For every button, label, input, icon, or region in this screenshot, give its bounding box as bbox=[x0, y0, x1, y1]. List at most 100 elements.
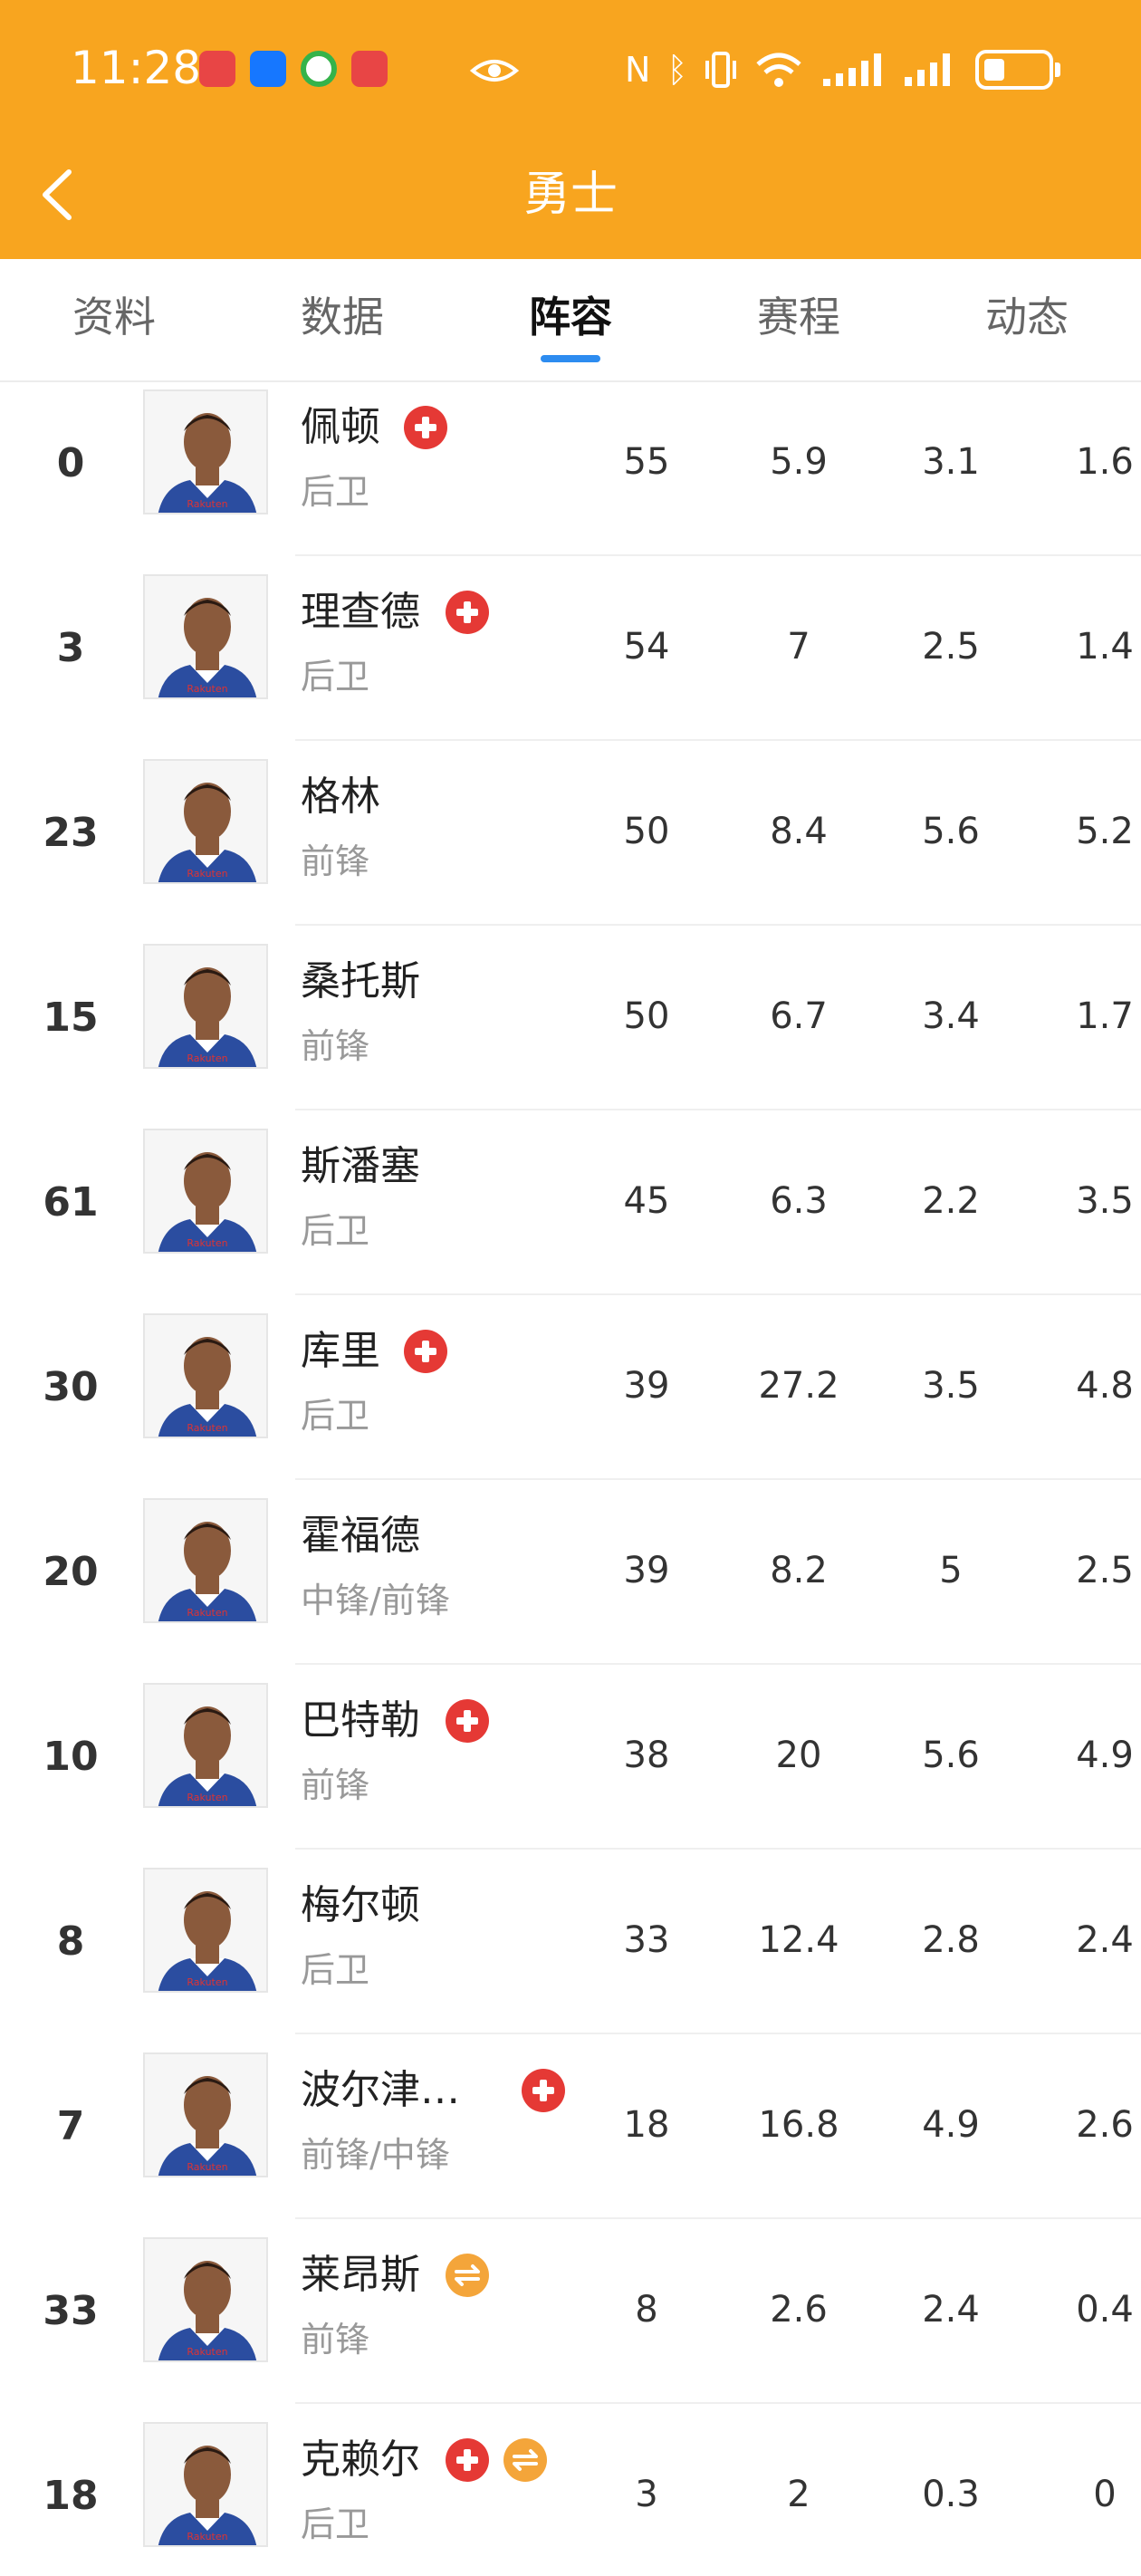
player-stat: 2.5 bbox=[922, 626, 980, 668]
svg-text:Rakuten: Rakuten bbox=[187, 683, 227, 695]
player-avatar: Rakuten bbox=[143, 574, 268, 699]
player-number: 10 bbox=[43, 1734, 99, 1780]
svg-text:Rakuten: Rakuten bbox=[187, 1792, 227, 1803]
player-stat: 0.3 bbox=[922, 2474, 980, 2515]
roster-list: 0 Rakuten 佩顿 后卫 55 5.9 3.1 1.6 3 Rakuten 理查德 后卫 54 7 2… bbox=[0, 382, 1141, 2576]
bluetooth-icon: ᛒ bbox=[666, 50, 688, 90]
player-stat: 5 bbox=[939, 1550, 963, 1591]
player-stat: 8.2 bbox=[770, 1550, 828, 1591]
player-row[interactable]: 33 Rakuten 莱昂斯 前锋 8 2.6 2.4 0.4 bbox=[0, 2219, 1141, 2404]
player-row[interactable]: 18 Rakuten 克赖尔 后卫 3 2 0.3 0 bbox=[0, 2404, 1141, 2576]
svg-text:Rakuten: Rakuten bbox=[187, 1607, 227, 1619]
player-stat: 5.2 bbox=[1076, 811, 1134, 852]
player-position: 后卫 bbox=[301, 472, 370, 512]
nfc-icon: N bbox=[625, 50, 651, 90]
injury-icon bbox=[446, 2438, 489, 2482]
svg-text:Rakuten: Rakuten bbox=[187, 1053, 227, 1064]
player-avatar: Rakuten bbox=[143, 2052, 268, 2177]
player-position: 中锋/前锋 bbox=[301, 1581, 450, 1620]
status-time: 11:28 bbox=[71, 42, 202, 94]
player-position: 后卫 bbox=[301, 1396, 370, 1436]
player-stat: 1.6 bbox=[1076, 441, 1134, 483]
player-stat: 8.4 bbox=[770, 811, 828, 852]
player-position: 前锋 bbox=[301, 841, 370, 881]
player-stat: 45 bbox=[623, 1180, 670, 1222]
player-stat: 8 bbox=[635, 2289, 658, 2331]
player-row[interactable]: 3 Rakuten 理查德 后卫 54 7 2.5 1.4 bbox=[0, 556, 1141, 741]
player-stat: 4.9 bbox=[1076, 1735, 1134, 1776]
tab-profile[interactable]: 资料 bbox=[42, 290, 187, 344]
player-stat: 4.9 bbox=[922, 2104, 980, 2146]
player-stat: 20 bbox=[775, 1735, 822, 1776]
tab-news[interactable]: 动态 bbox=[954, 290, 1099, 344]
player-avatar: Rakuten bbox=[143, 1683, 268, 1808]
svg-text:Rakuten: Rakuten bbox=[187, 1976, 227, 1988]
signal-icon bbox=[823, 53, 882, 86]
player-number: 20 bbox=[43, 1549, 99, 1595]
player-row[interactable]: 10 Rakuten 巴特勒 前锋 38 20 5.6 4.9 bbox=[0, 1665, 1141, 1850]
player-stat: 4.8 bbox=[1076, 1365, 1134, 1407]
tab-schedule[interactable]: 赛程 bbox=[726, 290, 871, 344]
player-row[interactable]: 0 Rakuten 佩顿 后卫 55 5.9 3.1 1.6 bbox=[0, 371, 1141, 556]
system-status-icons: N ᛒ bbox=[625, 47, 1061, 92]
player-row[interactable]: 61 Rakuten 斯潘塞 后卫 45 6.3 2.2 3.5 bbox=[0, 1110, 1141, 1295]
huawei-app-icon bbox=[351, 51, 388, 87]
player-row[interactable]: 7 Rakuten 波尔津… 前锋/中锋 18 16.8 4.9 2.6 bbox=[0, 2034, 1141, 2219]
player-position: 前锋/中锋 bbox=[301, 2135, 450, 2175]
injury-icon bbox=[446, 1699, 489, 1743]
player-row[interactable]: 30 Rakuten 库里 后卫 39 27.2 3.5 4.8 bbox=[0, 1295, 1141, 1480]
player-position: 后卫 bbox=[301, 2504, 370, 2544]
status-bar: 11:28 N ᛒ bbox=[0, 0, 1141, 136]
player-position: 后卫 bbox=[301, 1211, 370, 1251]
player-number: 15 bbox=[43, 995, 99, 1041]
tab-roster[interactable]: 阵容 bbox=[498, 290, 643, 344]
player-stat: 2.6 bbox=[770, 2289, 828, 2331]
notification-icons bbox=[199, 51, 388, 87]
player-stat: 2 bbox=[787, 2474, 810, 2515]
tab-stats[interactable]: 数据 bbox=[270, 290, 415, 344]
eye-icon bbox=[469, 60, 520, 82]
player-stat: 16.8 bbox=[758, 2104, 839, 2146]
player-avatar: Rakuten bbox=[143, 944, 268, 1069]
player-number: 23 bbox=[43, 810, 99, 856]
player-number: 30 bbox=[43, 1364, 99, 1410]
player-avatar: Rakuten bbox=[143, 2422, 268, 2547]
player-stat: 0.4 bbox=[1076, 2289, 1134, 2331]
player-row[interactable]: 20 Rakuten 霍福德 中锋/前锋 39 8.2 5 2.5 bbox=[0, 1480, 1141, 1665]
svg-text:Rakuten: Rakuten bbox=[187, 2531, 227, 2542]
player-avatar: Rakuten bbox=[143, 2237, 268, 2362]
svg-text:Rakuten: Rakuten bbox=[187, 2161, 227, 2173]
player-stat: 5.9 bbox=[770, 441, 828, 483]
player-stat: 5.6 bbox=[922, 1735, 980, 1776]
player-row[interactable]: 8 Rakuten 梅尔顿 后卫 33 12.4 2.8 2.4 bbox=[0, 1850, 1141, 2034]
wifi-icon bbox=[756, 53, 801, 87]
player-name: 库里 bbox=[301, 1328, 380, 1374]
player-stat: 1.4 bbox=[1076, 626, 1134, 668]
player-stat: 3.5 bbox=[1076, 1180, 1134, 1222]
injury-icon bbox=[446, 591, 489, 634]
injury-icon bbox=[404, 406, 447, 449]
player-number: 8 bbox=[56, 1918, 85, 1965]
player-stat: 1.7 bbox=[1076, 995, 1134, 1037]
player-stat: 0 bbox=[1093, 2474, 1117, 2515]
player-avatar: Rakuten bbox=[143, 1868, 268, 1993]
player-stat: 50 bbox=[623, 811, 670, 852]
vibrate-icon bbox=[705, 52, 737, 88]
player-row[interactable]: 15 Rakuten 桑托斯 前锋 50 6.7 3.4 1.7 bbox=[0, 926, 1141, 1110]
signal-icon bbox=[905, 53, 951, 86]
player-name: 克赖尔 bbox=[301, 2437, 420, 2483]
tab-bar: 资料 数据 阵容 赛程 动态 bbox=[0, 259, 1141, 382]
player-position: 前锋 bbox=[301, 1026, 370, 1066]
player-row[interactable]: 23 Rakuten 格林 前锋 50 8.4 5.6 5.2 bbox=[0, 741, 1141, 926]
player-name: 格林 bbox=[301, 774, 380, 820]
player-position: 前锋 bbox=[301, 2320, 370, 2360]
player-name: 佩顿 bbox=[301, 404, 380, 450]
player-stat: 3.1 bbox=[922, 441, 980, 483]
player-name: 梅尔顿 bbox=[301, 1882, 420, 1928]
player-stat: 3 bbox=[635, 2474, 658, 2515]
player-position: 后卫 bbox=[301, 657, 370, 697]
player-stat: 54 bbox=[623, 626, 670, 668]
player-name: 理查德 bbox=[301, 589, 420, 635]
player-stat: 2.4 bbox=[1076, 1919, 1134, 1961]
battery-icon bbox=[975, 50, 1061, 90]
